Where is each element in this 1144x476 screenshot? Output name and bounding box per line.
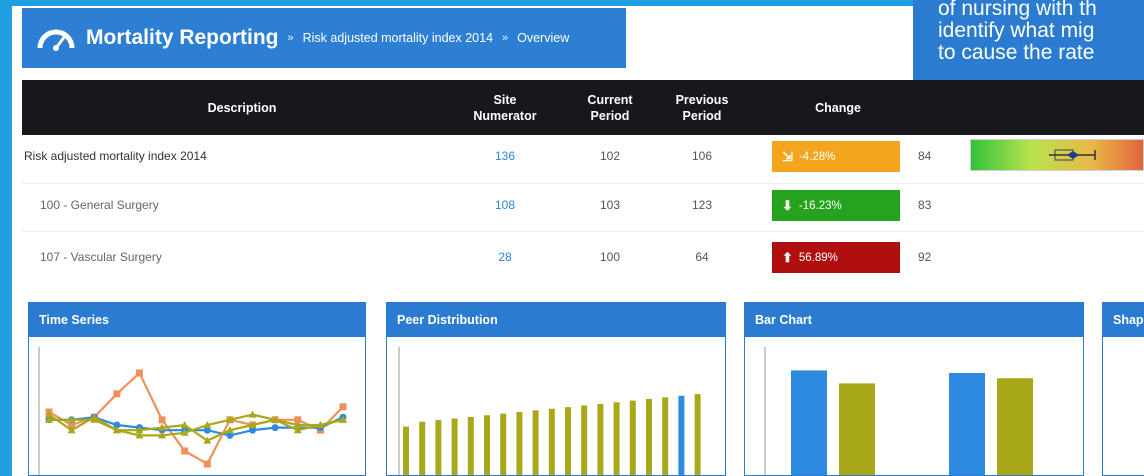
table-row[interactable]: 100 - General Surgery 108 103 123 ⬇ -16.… [22, 186, 1144, 224]
overlay-line: of nursing with th [938, 0, 1097, 20]
distribution-bar [613, 402, 620, 475]
distribution-bar [646, 399, 652, 475]
row-description[interactable]: 100 - General Surgery [40, 186, 159, 224]
bar-chart [764, 347, 1033, 475]
distribution-bar [451, 418, 458, 475]
arrow-up-icon: ⬆ [782, 249, 793, 265]
distribution-bar [597, 403, 604, 475]
current-period-value: 100 [599, 250, 621, 264]
previous-period-value: 64 [695, 250, 709, 264]
time-series-panel: Time Series [28, 302, 366, 476]
series-point [135, 369, 143, 377]
range-gauge-bar [970, 139, 1144, 171]
extra-value: 83 [918, 198, 932, 212]
site-numerator-link[interactable]: 108 [475, 186, 535, 224]
change-value: -4.28% [798, 150, 836, 163]
shape-panel: Shape [1102, 302, 1144, 476]
previous-period-value: 106 [691, 149, 713, 163]
peer-distribution-chart [398, 347, 701, 475]
panel-title[interactable]: Bar Chart [745, 303, 1083, 337]
series-point [203, 460, 211, 468]
chart-bar [791, 370, 827, 475]
series-point [339, 403, 347, 411]
distribution-bar [581, 405, 588, 475]
chart-bar [997, 378, 1033, 475]
change-badge: ⬆ 56.89% [772, 242, 900, 273]
distribution-bar [484, 415, 490, 475]
distribution-bar [467, 416, 474, 475]
app-title[interactable]: Mortality Reporting [86, 26, 279, 50]
breadcrumb-separator: » [502, 32, 509, 44]
breadcrumb-separator: » [287, 32, 294, 44]
row-description[interactable]: Risk adjusted mortality index 2014 [24, 137, 207, 175]
panel-title[interactable]: Shape [1103, 303, 1144, 337]
series-point [271, 424, 279, 432]
peer-distribution-panel: Peer Distribution [386, 302, 726, 476]
column-header-previous-period[interactable]: Previous Period [662, 80, 742, 135]
current-period-value: 102 [599, 149, 621, 163]
title-bar: Mortality Reporting » Risk adjusted mort… [22, 8, 626, 68]
change-value: 56.89% [798, 251, 838, 264]
distribution-bar [532, 410, 539, 475]
distribution-bar [548, 408, 555, 475]
bar-chart-panel: Bar Chart [744, 302, 1084, 476]
site-numerator-link[interactable]: 136 [475, 137, 535, 175]
distribution-bar [629, 400, 636, 475]
left-edge [0, 0, 12, 476]
row-description[interactable]: 107 - Vascular Surgery [40, 238, 162, 276]
extra-value: 84 [918, 149, 932, 163]
chart-bar [839, 383, 875, 475]
panel-title[interactable]: Time Series [29, 303, 365, 337]
site-numerator-link[interactable]: 28 [475, 238, 535, 276]
series-point [248, 410, 257, 418]
distribution-bar [662, 397, 669, 475]
column-header-current-period[interactable]: Current Period [570, 80, 650, 135]
panel-title[interactable]: Peer Distribution [387, 303, 725, 337]
distribution-bar [500, 413, 507, 475]
distribution-bar [678, 395, 685, 475]
change-badge: ⬇ -16.23% [772, 190, 900, 221]
time-series-chart [38, 347, 347, 475]
column-header-site-numerator[interactable]: Site Numerator [465, 80, 545, 135]
range-marker-icon [1049, 149, 1096, 161]
arrow-down-icon: ⬇ [782, 197, 793, 213]
breadcrumb-item[interactable]: Overview [517, 31, 569, 45]
series-point [181, 447, 189, 455]
table-header: Description Site Numerator Current Perio… [22, 80, 1144, 135]
neutral-trend-icon: ⇲ [782, 148, 793, 164]
extra-value: 92 [918, 250, 932, 264]
row-divider [22, 183, 1144, 184]
column-header-change[interactable]: Change [774, 80, 902, 135]
distribution-bar [403, 426, 409, 475]
change-badge: ⇲ -4.28% [772, 141, 900, 172]
chart-bar [949, 373, 985, 475]
distribution-bar [694, 394, 701, 475]
row-divider [22, 231, 1144, 232]
distribution-bar [419, 421, 426, 475]
overlay-line: to cause the rate [938, 41, 1095, 64]
distribution-bar [435, 420, 442, 475]
column-header-description[interactable]: Description [22, 80, 462, 135]
previous-period-value: 123 [691, 198, 713, 212]
gauge-icon [37, 29, 75, 51]
series-point [113, 390, 121, 398]
series-point [158, 416, 166, 424]
table-row[interactable]: 107 - Vascular Surgery 28 100 64 ⬆ 56.89… [22, 238, 1144, 276]
current-period-value: 103 [599, 198, 621, 212]
overlay-line: identify what mig [938, 19, 1095, 42]
change-value: -16.23% [798, 199, 842, 212]
distribution-bar [565, 407, 571, 475]
distribution-bar [516, 412, 523, 475]
breadcrumb-item[interactable]: Risk adjusted mortality index 2014 [303, 31, 493, 45]
